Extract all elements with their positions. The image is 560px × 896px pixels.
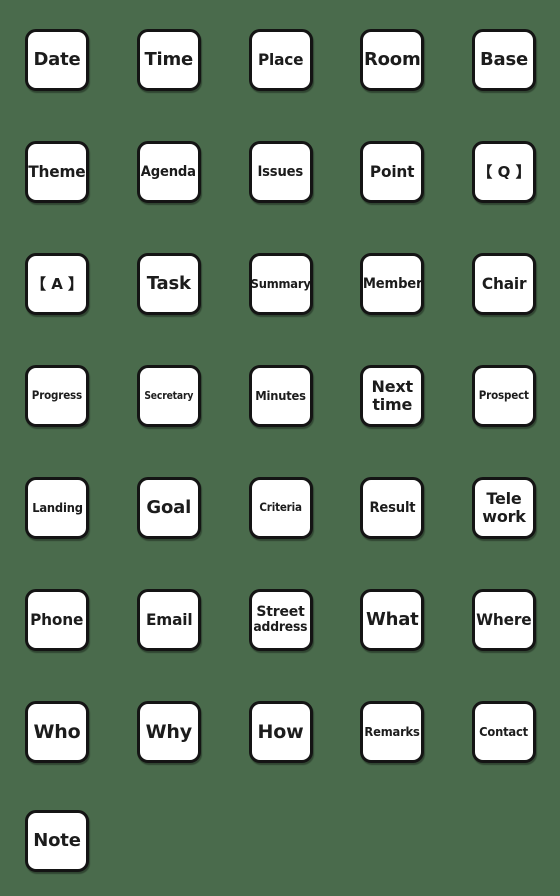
tile-label: Landing [31, 499, 83, 515]
tile-label: Progress [31, 388, 83, 403]
tile-note[interactable]: Note [25, 810, 89, 872]
tile-label: Minutes [255, 387, 306, 403]
tile-label: Criteria [259, 500, 302, 515]
tile-time[interactable]: Time [136, 29, 201, 91]
tile-label: 【 A 】 [30, 274, 84, 293]
tile-label: Place [257, 50, 304, 69]
tile-label: Phone [30, 610, 84, 629]
tile-prospect[interactable]: Prospect [472, 365, 536, 427]
tile-who[interactable]: Who [25, 701, 89, 763]
tile-label: Where [476, 610, 532, 629]
tile-label: Contact [479, 723, 529, 739]
tile-landing[interactable]: Landing [25, 477, 89, 539]
tile-label: Prospect [478, 388, 530, 403]
tile-telework[interactable]: Tele work [472, 477, 536, 539]
tile-label: Task [146, 273, 191, 294]
tile-label: Secretary [144, 389, 194, 402]
tile-label-line: Street [256, 603, 305, 620]
tile-date[interactable]: Date [25, 29, 89, 91]
tile-chair[interactable]: Chair [472, 253, 536, 315]
tile-label-line: time [372, 395, 413, 414]
tile-summary[interactable]: Summary [248, 253, 313, 315]
tile-label: Time [144, 49, 194, 70]
tile-contact[interactable]: Contact [472, 701, 536, 763]
tile-label-line: Next [371, 377, 414, 397]
tile-label: Date [33, 49, 81, 70]
tile-email[interactable]: Email [136, 589, 201, 651]
tile-label: Why [145, 720, 192, 743]
tile-label: Point [370, 162, 415, 181]
tile-label-line: work [482, 507, 526, 526]
tile-label: What [365, 609, 419, 630]
tile-result[interactable]: Result [360, 477, 425, 539]
tile-label: Theme [28, 162, 86, 181]
tile-secretary[interactable]: Secretary [136, 365, 201, 427]
tile-phone[interactable]: Phone [25, 589, 89, 651]
tile-label: 【 Q 】 [477, 162, 531, 181]
tile-theme[interactable]: Theme [25, 141, 89, 203]
tile-point[interactable]: Point [360, 141, 425, 203]
tile-question[interactable]: 【 Q 】 [472, 141, 536, 203]
tile-next-time[interactable]: Next time [360, 365, 425, 427]
tile-label: Tele work [482, 490, 526, 526]
tile-label: Base [480, 49, 528, 70]
tile-why[interactable]: Why [136, 701, 201, 763]
tile-what[interactable]: What [360, 589, 425, 651]
tile-label: Next time [371, 377, 414, 414]
tile-progress[interactable]: Progress [25, 365, 89, 427]
tile-minutes[interactable]: Minutes [248, 365, 313, 427]
tile-label: Result [369, 500, 416, 516]
tile-answer[interactable]: 【 A 】 [25, 253, 89, 315]
tile-criteria[interactable]: Criteria [248, 477, 313, 539]
tile-label: Member [362, 276, 422, 292]
tile-label: Email [145, 610, 193, 629]
tile-label: Summary [250, 275, 311, 291]
tile-label: Issues [257, 164, 304, 180]
tile-street-address[interactable]: Street address [248, 589, 313, 651]
tile-agenda[interactable]: Agenda [136, 141, 201, 203]
tile-label: Remarks [364, 723, 420, 739]
tile-place[interactable]: Place [248, 29, 313, 91]
tile-label-line: address [253, 619, 308, 635]
tile-label: Room [363, 49, 421, 70]
tile-issues[interactable]: Issues [248, 141, 313, 203]
tile-remarks[interactable]: Remarks [360, 701, 425, 763]
tile-label: Street address [252, 603, 309, 635]
tile-goal[interactable]: Goal [136, 477, 201, 539]
tile-label: Goal [146, 497, 192, 518]
tile-base[interactable]: Base [472, 29, 536, 91]
tile-where[interactable]: Where [472, 589, 536, 651]
tile-room[interactable]: Room [360, 29, 425, 91]
tile-how[interactable]: How [248, 701, 313, 763]
tile-label: Agenda [141, 164, 197, 180]
tile-label-line: Tele [486, 489, 522, 509]
tile-task[interactable]: Task [136, 253, 201, 315]
tile-label: How [257, 720, 304, 743]
tile-label: Who [33, 720, 81, 743]
tile-label: Chair [481, 274, 527, 293]
tile-member[interactable]: Member [360, 253, 425, 315]
emoji-sticker-sheet: Date Time Place Room Base Theme Agenda Issues Po… [0, 0, 560, 896]
tile-label: Note [33, 830, 81, 851]
